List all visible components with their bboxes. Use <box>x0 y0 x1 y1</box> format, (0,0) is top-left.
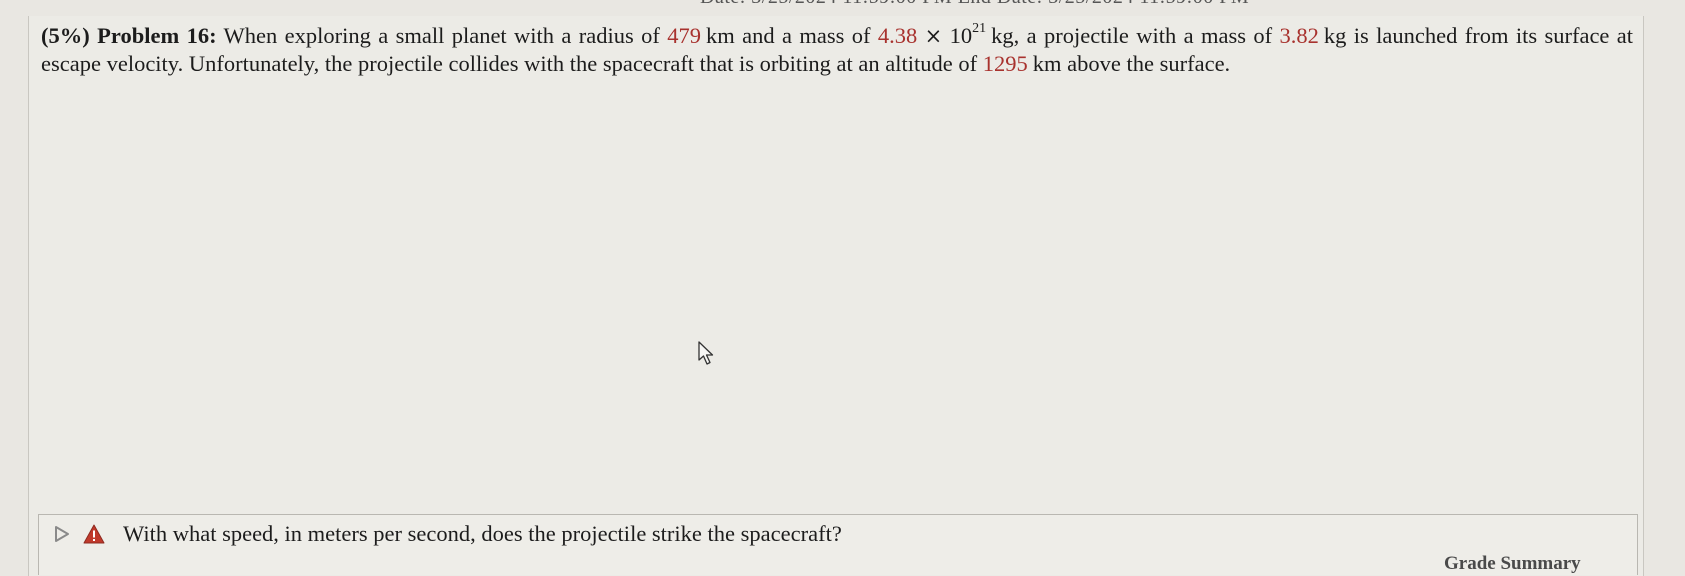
problem-text-2: and a mass of <box>742 23 871 48</box>
problem-text-1: When exploring a small planet with a rad… <box>223 23 660 48</box>
part-a-header: With what speed, in meters per second, d… <box>53 521 842 547</box>
mass-mantissa: 4.38 <box>877 23 918 48</box>
mass-exponent: 21 <box>972 20 987 36</box>
header-dates: Date: 3/25/2024 11:59:00 PM End Date: 3/… <box>700 0 1249 9</box>
problem-panel: (5%) Problem 16: When exploring a small … <box>28 16 1644 576</box>
radius-unit: km <box>706 23 735 48</box>
problem-statement: (5%) Problem 16: When exploring a small … <box>41 20 1633 77</box>
times-sign: × <box>924 24 943 48</box>
grade-summary-label: Grade Summary <box>1444 553 1581 574</box>
part-a-question: With what speed, in meters per second, d… <box>123 521 842 546</box>
warning-icon <box>83 524 105 544</box>
play-icon[interactable] <box>53 525 71 543</box>
projectile-mass-value: 3.82 <box>1279 23 1319 48</box>
problem-text-5: above the surface. <box>1067 51 1231 76</box>
problem-text-3: , a projectile with a mass of <box>1013 23 1273 48</box>
altitude-value: 1295 <box>982 51 1028 76</box>
problem-title: Problem 16: <box>97 23 217 48</box>
radius-value: 479 <box>667 23 702 48</box>
mass-base: 10 <box>949 23 973 48</box>
part-a: With what speed, in meters per second, d… <box>38 514 1638 575</box>
altitude-unit: km <box>1032 51 1062 76</box>
problem-weight: (5%) <box>41 23 90 48</box>
mouse-cursor-icon <box>698 341 714 365</box>
projectile-mass-unit: kg <box>1323 23 1347 48</box>
header-strip: Date: 3/25/2024 11:59:00 PM End Date: 3/… <box>0 0 1685 10</box>
mass-unit: kg <box>991 23 1014 48</box>
